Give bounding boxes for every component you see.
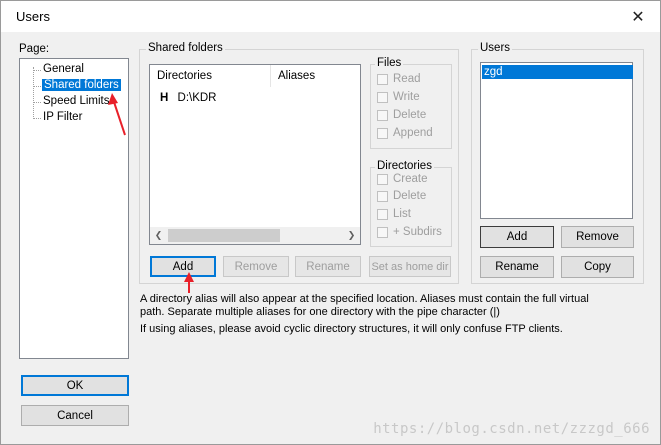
watermark: https://blog.csdn.net/zzzgd_666 [373,421,650,437]
users-dialog: Users ✕ Page: General Shared folders Spe… [0,0,661,445]
annotation-arrows [108,93,194,293]
annotation-arrow-icon [108,93,126,136]
annotation-arrow-icon [184,272,194,293]
